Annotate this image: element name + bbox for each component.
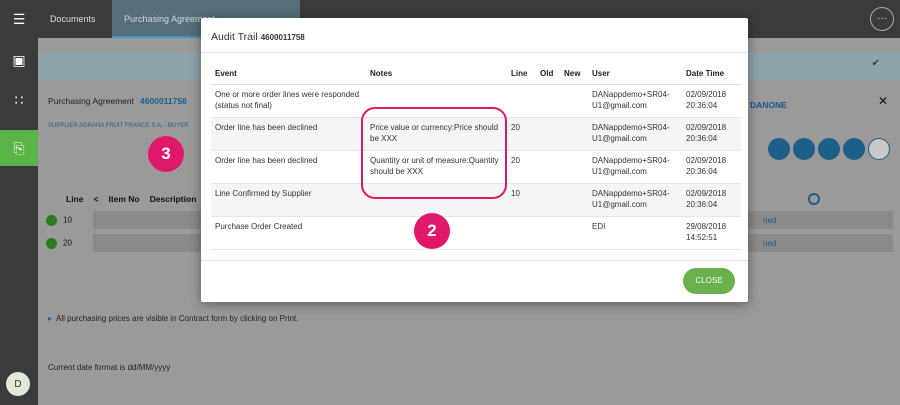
tab-documents[interactable]: Documents — [38, 0, 108, 38]
document-icon[interactable] — [818, 138, 840, 160]
check-icon[interactable]: ✔ — [872, 58, 880, 69]
column-header: Date Time — [682, 64, 741, 85]
apps-grid-icon[interactable]: ∷ — [0, 82, 38, 118]
more-actions-icon[interactable] — [868, 138, 890, 160]
documents-icon[interactable]: ⎘ — [0, 130, 38, 166]
avatar[interactable]: D — [6, 372, 30, 396]
comment-icon[interactable] — [793, 138, 815, 160]
grid-header: Line < Item No Description — [66, 194, 197, 204]
dialog-title: Audit Trail 4600011758 — [211, 31, 305, 43]
status-dot-icon — [46, 215, 57, 226]
column-header: Notes — [366, 64, 507, 85]
row-status-text: ned — [763, 216, 777, 225]
table-header-row: Event Notes Line Old New User Date Time — [211, 64, 741, 85]
page-title: Purchasing Agreement 4600011758 — [48, 96, 187, 106]
table-row: Purchase Order Created EDI 29/08/2018 14:5… — [211, 216, 741, 250]
divider — [201, 260, 748, 261]
notes-highlight — [361, 107, 507, 199]
brand-logo: DANONE — [750, 100, 787, 110]
share-icon[interactable] — [768, 138, 790, 160]
supplier-line: SUPPLIER AGRANA FRUIT FRANCE S.A. · BUYE… — [48, 123, 189, 129]
step-badge-2: 2 — [414, 213, 450, 249]
menu-icon[interactable]: ☰ — [0, 1, 38, 37]
table-row[interactable]: 20 — [46, 238, 72, 249]
status-dot-icon — [46, 238, 57, 249]
split-icon: < — [93, 194, 99, 204]
column-header: Line — [507, 64, 536, 85]
more-options-icon[interactable]: ··· — [870, 7, 894, 31]
date-format-note: Current date format is dd/MM/yyyy — [48, 363, 171, 372]
info-message[interactable]: All purchasing prices are visible in Con… — [48, 314, 298, 323]
column-header: New — [560, 64, 588, 85]
table-row[interactable]: 10 — [46, 215, 72, 226]
close-icon[interactable]: ✕ — [878, 94, 888, 108]
close-button[interactable]: CLOSE — [683, 268, 735, 294]
inbox-icon[interactable]: ▣ — [0, 42, 38, 78]
column-header: User — [588, 64, 682, 85]
step-badge-3: 3 — [148, 136, 184, 172]
prohibited-icon — [808, 193, 820, 205]
column-header: Event — [211, 64, 366, 85]
download-icon[interactable] — [843, 138, 865, 160]
action-icons — [768, 138, 893, 162]
left-rail: ☰ ▣ ∷ ⎘ D — [0, 0, 38, 405]
column-header: Old — [536, 64, 560, 85]
divider — [201, 52, 748, 53]
row-status-text: ned — [763, 239, 777, 248]
